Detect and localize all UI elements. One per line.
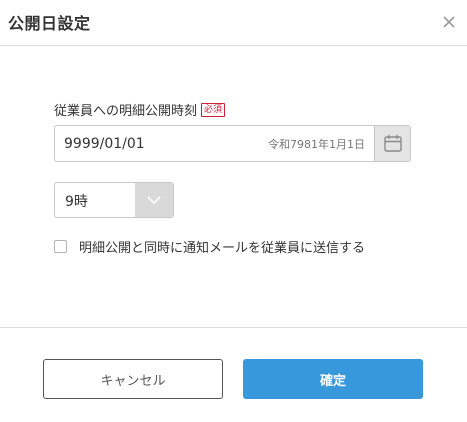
close-button[interactable]: [439, 12, 459, 32]
notify-option-row[interactable]: 明細公開と同時に通知メールを従業員に送信する: [54, 237, 365, 256]
hour-select-value: 9時: [65, 194, 88, 210]
confirm-button[interactable]: 確定: [243, 359, 423, 399]
notify-checkbox[interactable]: [54, 240, 67, 253]
dialog-title: 公開日設定: [8, 14, 91, 33]
dialog-footer: キャンセル 確定: [0, 327, 467, 422]
calendar-button[interactable]: [374, 126, 410, 161]
chevron-down-icon: [147, 196, 161, 205]
date-field-label-row: 従業員への明細公開時刻 必須: [54, 100, 226, 119]
date-field-label: 従業員への明細公開時刻: [54, 104, 198, 119]
dialog-body: 従業員への明細公開時刻 必須 令和7981年1月1日 9時: [0, 47, 467, 327]
notify-checkbox-label[interactable]: 明細公開と同時に通知メールを従業員に送信する: [79, 237, 365, 256]
required-badge: 必須: [201, 102, 226, 117]
publish-date-dialog: 公開日設定 従業員への明細公開時刻 必須 令和7981年1月1日: [0, 0, 467, 422]
hour-dropdown-button[interactable]: [135, 183, 173, 217]
japanese-era-date: 令和7981年1月1日: [268, 138, 365, 151]
calendar-icon: [384, 135, 402, 152]
date-input-group: 令和7981年1月1日: [54, 125, 411, 162]
cancel-button[interactable]: キャンセル: [43, 359, 223, 399]
hour-select[interactable]: 9時: [54, 182, 174, 218]
dialog-header: 公開日設定: [0, 0, 467, 46]
close-icon: [443, 16, 455, 28]
